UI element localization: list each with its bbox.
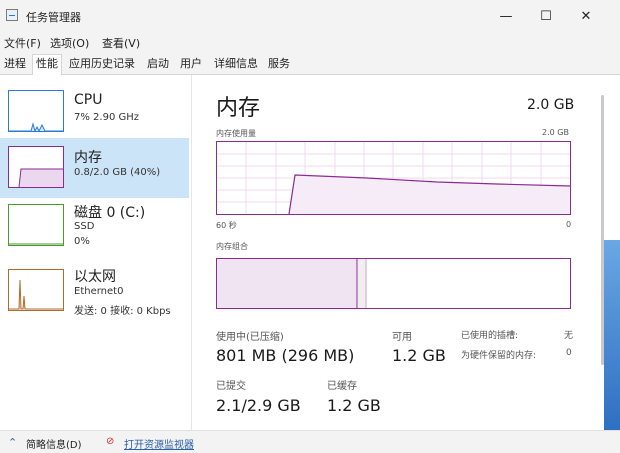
resource-name: CPU [74,92,103,108]
time-axis-zero: 0 [566,220,572,229]
open-resource-monitor-link[interactable]: 打开资源监视器 [124,436,194,451]
resource-detail: 0.8/2.0 GB (40%) [74,167,161,178]
task-manager-icon [6,9,18,21]
chevron-up-icon[interactable]: ⌃ [8,436,17,449]
resource-detail-2: 0% [74,236,90,247]
maximize-button[interactable]: ☐ [526,4,566,28]
cpu-graph-icon [8,90,64,133]
tab-services[interactable]: 服务 [265,55,293,73]
tab-startup[interactable]: 启动 [144,55,172,73]
available-value: 1.2 GB [392,346,446,365]
footer-bar: ⌃ 简略信息(D) ⊘ 打开资源监视器 [0,430,620,453]
window-title: 任务管理器 [26,11,81,24]
committed-value: 2.1/2.9 GB [216,396,301,415]
memory-usage-graph [216,141,571,215]
used-slots-value: 无 [564,331,574,341]
committed-label: 已提交 [216,381,246,392]
resource-item-disk[interactable]: 磁盘 0 (C:) SSD 0% [0,201,189,261]
minimize-button[interactable]: — [486,4,526,28]
in-use-label: 使用中(已压缩) [216,332,284,343]
resource-detail: Ethernet0 [74,286,124,297]
hardware-reserved-value: 0 [566,348,572,358]
menu-bar: 文件(F) 选项(O) 查看(V) [0,32,620,52]
menu-view[interactable]: 查看(V) [102,35,140,51]
tab-performance[interactable]: 性能 [32,54,62,75]
tab-app-history[interactable]: 应用历史记录 [66,55,138,73]
cached-value: 1.2 GB [327,396,381,415]
resource-name: 磁盘 0 (C:) [74,205,146,221]
detail-total-memory: 2.0 GB [527,97,575,113]
resource-name: 内存 [74,150,102,166]
detail-title: 内存 [216,96,261,121]
composition-label: 内存组合 [216,242,248,251]
resource-list: CPU 7% 2.90 GHz 内存 0.8/2.0 GB (40%) 磁盘 0… [0,75,192,430]
resource-monitor-icon: ⊘ [106,436,115,447]
memory-composition-bar [216,258,571,309]
cached-label: 已缓存 [327,381,357,392]
hardware-reserved-label: 为硬件保留的内存: [461,351,537,361]
tab-processes[interactable]: 进程 [1,55,29,73]
tab-users[interactable]: 用户 [177,55,205,73]
used-slots-label: 已使用的插槽: [461,331,519,341]
resource-item-ethernet[interactable]: 以太网 Ethernet0 发送: 0 接收: 0 Kbps [0,265,189,325]
resource-detail: 7% 2.90 GHz [74,112,140,123]
usage-graph-max: 2.0 GB [542,128,569,137]
ethernet-graph-icon [8,269,64,311]
time-axis-label: 60 秒 [216,221,237,230]
menu-file[interactable]: 文件(F) [4,35,41,51]
menu-options[interactable]: 选项(O) [50,35,89,51]
desktop-background-strip [604,240,620,430]
in-use-value: 801 MB (296 MB) [216,346,355,365]
tab-details[interactable]: 详细信息 [211,55,261,73]
memory-graph-icon [8,146,64,188]
title-bar: 任务管理器 — ☐ ✕ [0,0,620,32]
close-button[interactable]: ✕ [566,4,606,28]
usage-graph-label: 内存使用量 [216,129,256,138]
resource-detail: SSD [74,221,95,232]
disk-graph-icon [8,204,64,246]
available-label: 可用 [392,332,412,343]
resource-name: 以太网 [74,269,116,285]
resource-item-memory[interactable]: 内存 0.8/2.0 GB (40%) [0,138,189,198]
fewer-details-button[interactable]: 简略信息(D) [26,436,82,451]
resource-detail-2: 发送: 0 接收: 0 Kbps [74,306,171,317]
tab-bar: 进程 性能 应用历史记录 启动 用户 详细信息 服务 [0,52,620,75]
